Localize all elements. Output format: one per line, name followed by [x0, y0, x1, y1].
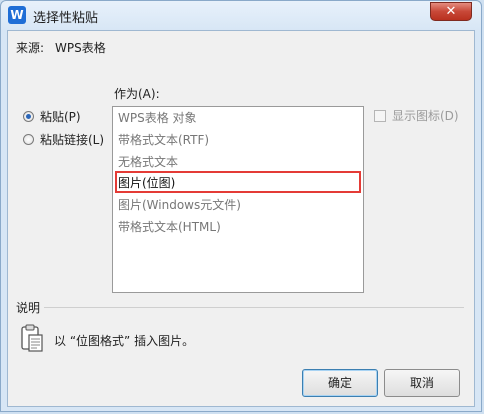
- paste-link-radio-label: 粘贴链接(L): [40, 133, 105, 147]
- list-item[interactable]: 带格式文本(RTF): [118, 130, 209, 150]
- selection-highlight-box: [115, 171, 361, 193]
- wps-app-icon: W: [8, 6, 26, 24]
- paste-special-dialog: W 选择性粘贴 ✕ 来源: WPS表格 粘贴(P) 粘贴链接(L) 作为(A):…: [0, 0, 482, 412]
- ok-button[interactable]: 确定: [302, 369, 378, 397]
- paste-link-radio[interactable]: [23, 134, 34, 145]
- source-label: 来源:: [16, 41, 45, 55]
- dialog-body: 来源: WPS表格 粘贴(P) 粘贴链接(L) 作为(A): WPS表格 对象 …: [7, 30, 475, 407]
- list-item[interactable]: 图片(Windows元文件): [118, 195, 241, 215]
- paste-radio-option[interactable]: 粘贴(P): [23, 108, 81, 125]
- cancel-button[interactable]: 取消: [384, 369, 460, 397]
- show-icon-checkbox[interactable]: [374, 109, 386, 122]
- description-text: 以 “位图格式” 插入图片。: [54, 334, 195, 348]
- close-button[interactable]: ✕: [430, 2, 472, 21]
- paste-radio-label: 粘贴(P): [40, 110, 81, 124]
- dialog-title: 选择性粘贴: [33, 11, 99, 26]
- list-item[interactable]: WPS表格 对象: [118, 108, 197, 128]
- paste-link-radio-option[interactable]: 粘贴链接(L): [23, 131, 104, 148]
- show-icon-option[interactable]: 显示图标(D): [374, 107, 459, 124]
- clipboard-icon: [21, 324, 43, 352]
- group-divider: [44, 307, 464, 308]
- description-group-label: 说明: [16, 301, 41, 315]
- title-bar: W 选择性粘贴 ✕: [1, 1, 481, 29]
- source-value: WPS表格: [55, 41, 106, 55]
- as-listbox[interactable]: WPS表格 对象 带格式文本(RTF) 无格式文本 图片(位图) 图片(Wind…: [112, 106, 364, 293]
- paste-radio[interactable]: [23, 111, 34, 122]
- show-icon-label: 显示图标(D): [392, 109, 459, 123]
- as-label: 作为(A):: [114, 87, 160, 101]
- list-item[interactable]: 无格式文本: [118, 152, 178, 172]
- list-item[interactable]: 带格式文本(HTML): [118, 217, 221, 237]
